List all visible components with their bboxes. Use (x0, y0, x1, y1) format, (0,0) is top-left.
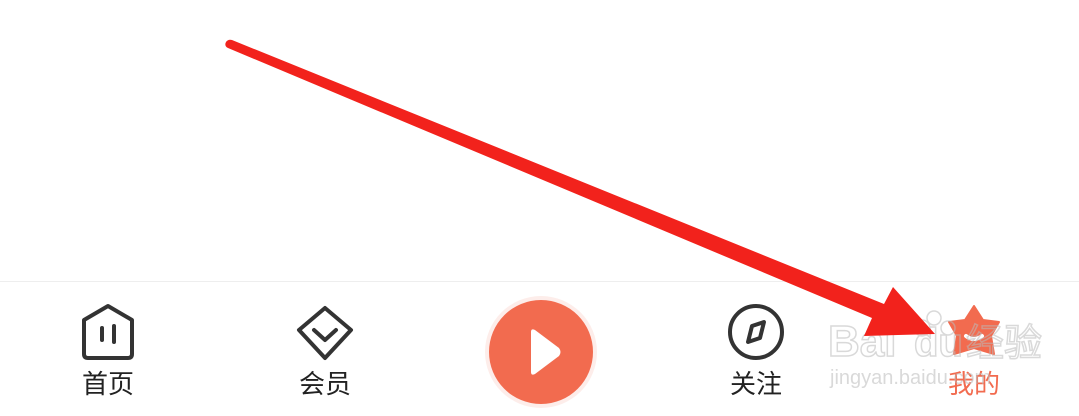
star-house-icon (948, 305, 1000, 355)
tab-home[interactable]: 首页 (48, 282, 168, 416)
home-icon (82, 304, 134, 360)
app-screen: 首页 会员 关注 我的 Bai du 经验 jingyan.baidu.com (0, 0, 1079, 416)
tab-home-label: 首页 (81, 370, 134, 400)
tab-mine[interactable]: 我的 (914, 282, 1034, 416)
tab-vip[interactable]: 会员 (265, 282, 385, 416)
tab-mine-label: 我的 (947, 370, 1000, 400)
tab-vip-label: 会员 (298, 370, 351, 400)
diamond-icon (297, 306, 353, 360)
play-button[interactable] (489, 300, 593, 404)
content-area (0, 0, 1079, 281)
tab-follow-label: 关注 (729, 370, 782, 400)
play-icon (531, 329, 561, 375)
tab-follow[interactable]: 关注 (696, 282, 816, 416)
compass-icon (728, 304, 784, 360)
